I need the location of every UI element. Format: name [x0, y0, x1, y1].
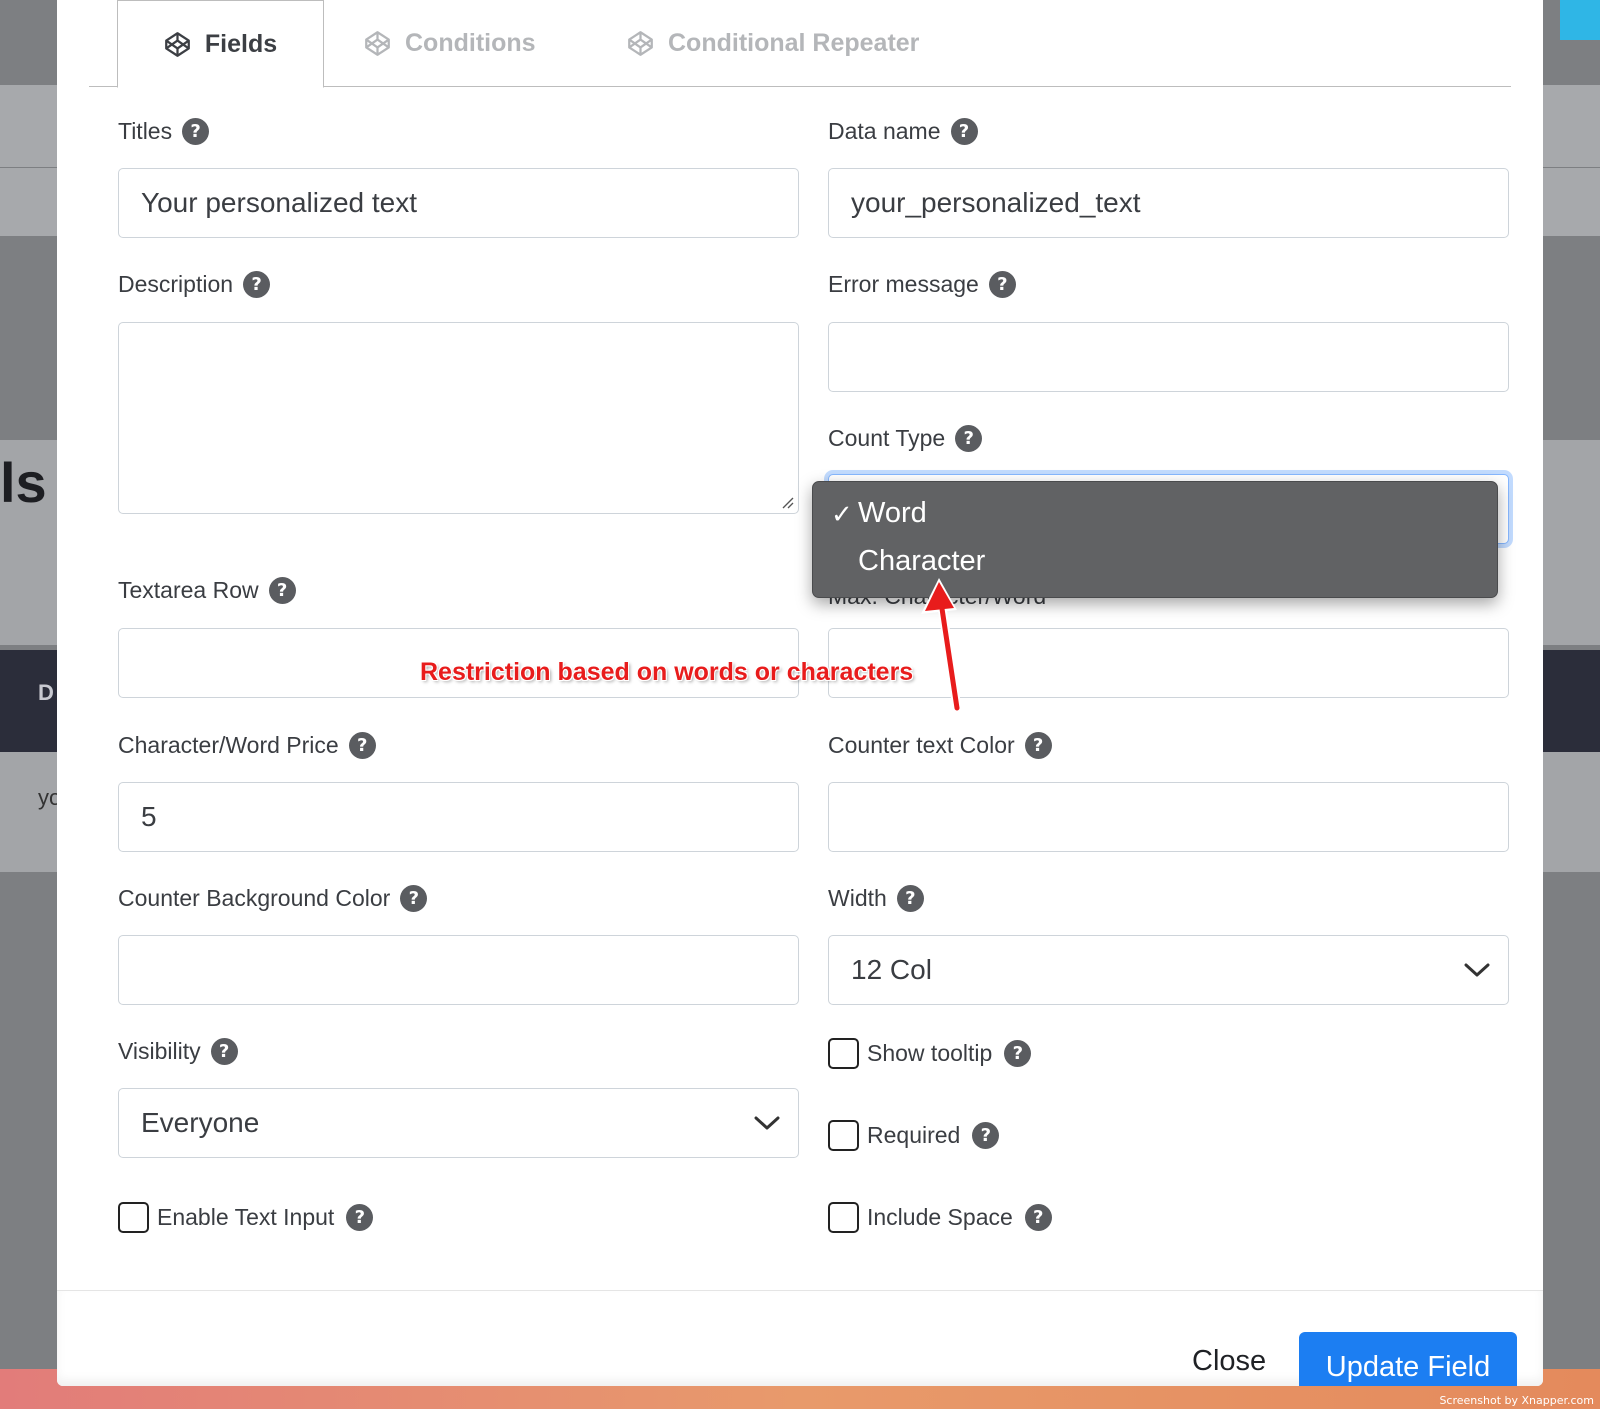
help-icon[interactable]: ?: [348, 732, 376, 759]
textarea-row-label: Textarea Row ?: [118, 577, 296, 604]
error-message-label: Error message ?: [828, 271, 1016, 298]
help-icon[interactable]: ?: [346, 1204, 374, 1231]
codepen-icon: [165, 31, 190, 57]
chevron-down-icon: [1464, 963, 1490, 977]
tab-conditions[interactable]: Conditions: [364, 0, 536, 87]
checkmark-icon: ✓: [831, 500, 853, 530]
width-select[interactable]: 12 Col: [828, 935, 1509, 1005]
width-label: Width ?: [828, 885, 924, 912]
close-button[interactable]: Close: [1192, 1345, 1266, 1378]
counter-background-color-input[interactable]: [118, 935, 799, 1005]
visibility-select[interactable]: Everyone: [118, 1088, 799, 1158]
annotation-text: Restriction based on words or characters: [420, 658, 914, 686]
tab-fields[interactable]: Fields: [117, 0, 324, 88]
dropdown-option-character[interactable]: Character: [858, 545, 985, 578]
data-name-input[interactable]: your_personalized_text: [828, 168, 1509, 238]
character-word-price-label: Character/Word Price ?: [118, 732, 376, 759]
required-checkbox[interactable]: [828, 1120, 859, 1151]
show-tooltip-row: Show tooltip ?: [828, 1038, 1032, 1069]
background-corner: [1560, 0, 1600, 40]
data-name-label: Data name ?: [828, 118, 978, 145]
enable-text-input-checkbox[interactable]: [118, 1202, 149, 1233]
character-word-price-input[interactable]: 5: [118, 782, 799, 852]
required-row: Required ?: [828, 1120, 1000, 1151]
description-textarea[interactable]: [118, 322, 799, 514]
edit-field-modal: Fields Conditions Conditional Repeater T…: [57, 0, 1543, 1386]
counter-background-color-label: Counter Background Color ?: [118, 885, 428, 912]
help-icon[interactable]: ?: [1004, 1040, 1032, 1067]
resize-handle-icon[interactable]: [780, 495, 794, 509]
background-panel: [0, 752, 60, 872]
help-icon[interactable]: ?: [1024, 1204, 1052, 1231]
show-tooltip-checkbox[interactable]: [828, 1038, 859, 1069]
tab-conditional-repeater[interactable]: Conditional Repeater: [627, 0, 919, 87]
titles-label: Titles ?: [118, 118, 210, 145]
help-icon[interactable]: ?: [268, 577, 296, 604]
error-message-input[interactable]: [828, 322, 1509, 392]
background-dark-letter: D: [38, 680, 54, 705]
annotation-arrow-icon: [921, 578, 962, 713]
help-icon[interactable]: ?: [950, 118, 978, 145]
help-icon[interactable]: ?: [182, 118, 210, 145]
watermark: Screenshot by Xnapper.com: [1439, 1394, 1594, 1407]
background-panel: [0, 85, 60, 167]
description-label: Description ?: [118, 271, 271, 298]
visibility-label: Visibility ?: [118, 1038, 238, 1065]
help-icon[interactable]: ?: [243, 271, 271, 298]
help-icon[interactable]: ?: [1024, 732, 1052, 759]
help-icon[interactable]: ?: [972, 1122, 1000, 1149]
help-icon[interactable]: ?: [210, 1038, 238, 1065]
count-type-dropdown: ✓ Word Character: [812, 481, 1498, 598]
update-field-button[interactable]: Update Field: [1299, 1332, 1517, 1386]
include-space-row: Include Space ?: [828, 1202, 1052, 1233]
tab-label: Fields: [204, 29, 278, 58]
include-space-checkbox[interactable]: [828, 1202, 859, 1233]
titles-input[interactable]: Your personalized text: [118, 168, 799, 238]
help-icon[interactable]: ?: [988, 271, 1016, 298]
count-type-label: Count Type ?: [828, 425, 983, 452]
help-icon[interactable]: ?: [896, 885, 924, 912]
help-icon[interactable]: ?: [400, 885, 428, 912]
counter-text-color-label: Counter text Color ?: [828, 732, 1052, 759]
tab-label: Conditional Repeater: [668, 29, 920, 57]
chevron-down-icon: [754, 1116, 780, 1130]
enable-text-input-row: Enable Text Input ?: [118, 1202, 374, 1233]
codepen-icon: [628, 31, 653, 56]
help-icon[interactable]: ?: [955, 425, 983, 452]
background-heading: ls: [0, 451, 47, 514]
tab-label: Conditions: [405, 29, 536, 57]
tab-bar: Fields Conditions Conditional Repeater: [89, 0, 1511, 88]
background-panel: [0, 168, 60, 236]
dropdown-option-word[interactable]: Word: [858, 497, 927, 530]
codepen-icon: [365, 31, 390, 56]
counter-text-color-input[interactable]: [828, 782, 1509, 852]
